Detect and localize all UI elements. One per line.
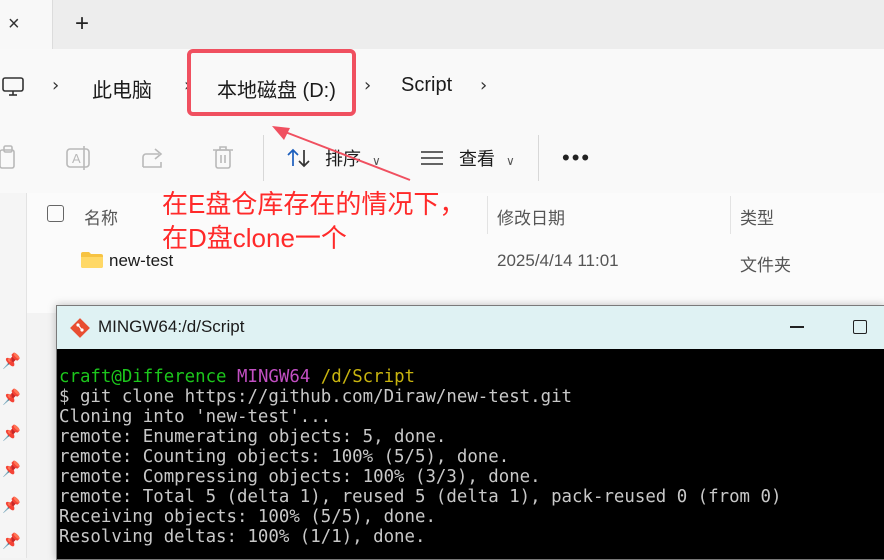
chevron-down-icon: ∨ xyxy=(372,154,381,168)
terminal-title: MINGW64:/d/Script xyxy=(98,317,245,336)
copy-icon[interactable] xyxy=(0,145,18,176)
pin-icon[interactable]: 📌 xyxy=(2,424,21,442)
tab-bar: × + xyxy=(0,0,884,49)
pin-icon[interactable]: 📌 xyxy=(2,352,21,370)
annotation-line-2: 在D盘clone一个 xyxy=(162,223,347,253)
terminal-line: Receiving objects: 100% (5/5), done. xyxy=(59,507,436,527)
view-button[interactable]: 查看 ∨ xyxy=(420,145,515,171)
view-icon xyxy=(421,151,443,165)
terminal-line: remote: Enumerating objects: 5, done. xyxy=(59,427,447,447)
column-divider[interactable] xyxy=(730,196,731,234)
chevron-right-icon[interactable]: › xyxy=(52,75,59,96)
prompt-user: craft@Difference xyxy=(59,367,227,387)
terminal-output[interactable]: craft@Difference MINGW64 /d/Script $ git… xyxy=(59,367,781,547)
active-tab[interactable]: × xyxy=(0,0,53,49)
terminal-line: $ git clone https://github.com/Diraw/new… xyxy=(59,387,573,407)
share-icon[interactable] xyxy=(140,145,166,176)
chevron-down-icon: ∨ xyxy=(506,154,515,168)
pin-icon[interactable]: 📌 xyxy=(2,496,21,514)
terminal-line: remote: Compressing objects: 100% (3/3),… xyxy=(59,467,541,487)
terminal-line: remote: Total 5 (delta 1), reused 5 (del… xyxy=(59,487,782,507)
terminal-line: remote: Counting objects: 100% (5/5), do… xyxy=(59,447,510,467)
column-header-name[interactable]: 名称 xyxy=(84,204,118,229)
close-icon[interactable]: × xyxy=(8,13,20,36)
chevron-right-icon[interactable]: › xyxy=(364,75,371,96)
view-label: 查看 xyxy=(459,149,496,169)
breadcrumb-this-pc[interactable]: 此电脑 xyxy=(92,74,152,103)
prompt-path: /d/Script xyxy=(320,367,416,387)
annotation-line-1: 在E盘仓库存在的情况下， xyxy=(162,189,466,219)
column-header-modified[interactable]: 修改日期 xyxy=(497,204,565,229)
delete-icon[interactable] xyxy=(211,145,235,176)
minimize-button[interactable] xyxy=(790,326,804,328)
column-divider[interactable] xyxy=(487,196,488,234)
breadcrumb: › 此电脑 › 本地磁盘 (D:) › Script › xyxy=(0,49,884,124)
pc-icon[interactable] xyxy=(2,77,24,102)
breadcrumb-script[interactable]: Script xyxy=(401,74,452,97)
toolbar-divider xyxy=(538,135,539,181)
highlight-box xyxy=(187,49,356,116)
svg-text:A: A xyxy=(72,151,81,166)
pin-icon[interactable]: 📌 xyxy=(2,460,21,478)
sort-label: 排序 xyxy=(325,149,362,169)
terminal-title-bar[interactable]: MINGW64:/d/Script xyxy=(57,306,884,349)
git-icon xyxy=(70,318,90,343)
pin-icon[interactable]: 📌 xyxy=(2,388,21,406)
more-options-button[interactable]: ••• xyxy=(562,145,591,171)
folder-icon xyxy=(80,251,104,274)
sort-button[interactable]: 排序 ∨ xyxy=(286,145,381,171)
rename-icon[interactable]: A xyxy=(65,145,93,176)
pin-icon[interactable]: 📌 xyxy=(2,532,21,550)
prompt-line: craft@Difference MINGW64 /d/Script xyxy=(59,367,415,387)
toolbar-divider xyxy=(263,135,264,181)
chevron-right-icon[interactable]: › xyxy=(480,75,487,96)
sort-icon xyxy=(287,148,310,168)
file-type: 文件夹 xyxy=(740,256,791,275)
prompt-env: MINGW64 xyxy=(237,367,311,387)
new-tab-button[interactable]: + xyxy=(75,10,89,38)
terminal-line: Resolving deltas: 100% (1/1), done. xyxy=(59,527,426,547)
file-modified: 2025/4/14 11:01 xyxy=(497,251,619,270)
terminal-line: Cloning into 'new-test'... xyxy=(59,407,332,427)
annotation-text: 在E盘仓库存在的情况下， 在D盘clone一个 xyxy=(162,187,465,255)
maximize-button[interactable] xyxy=(853,320,867,334)
column-header-type[interactable]: 类型 xyxy=(740,204,774,229)
command-bar: A 排序 ∨ 查看 ∨ ••• xyxy=(0,123,884,194)
terminal-window[interactable]: MINGW64:/d/Script craft@Difference MINGW… xyxy=(56,305,884,560)
select-all-checkbox[interactable] xyxy=(47,205,64,222)
